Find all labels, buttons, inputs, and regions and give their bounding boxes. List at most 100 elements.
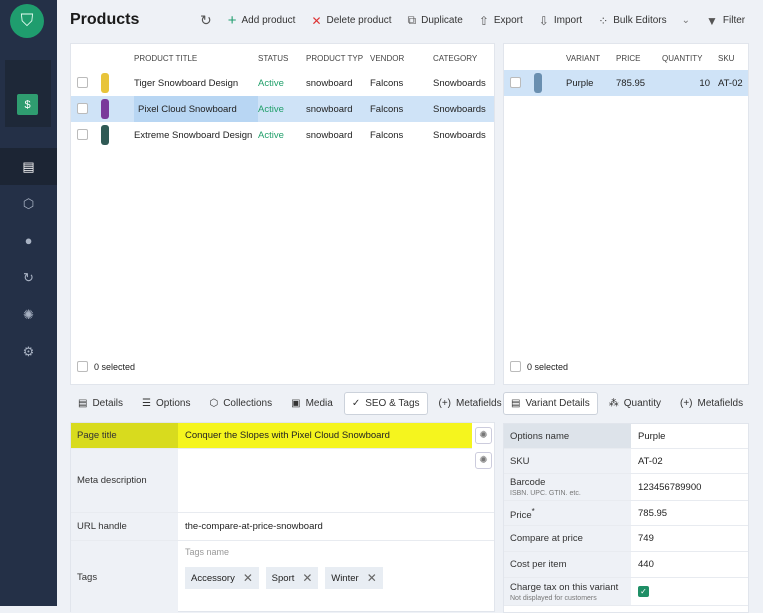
ai-generate-description-button[interactable]: ✺	[475, 452, 492, 469]
filter-button[interactable]: ▼ Filter	[706, 14, 745, 28]
nav-inventory[interactable]: ⬡	[0, 185, 57, 222]
col-product-type[interactable]: PRODUCT TYP	[306, 44, 370, 70]
col-vendor[interactable]: VENDOR	[370, 44, 433, 70]
table-row[interactable]: Purple 785.95 10 AT-02	[504, 70, 748, 96]
sync-icon: ↻	[23, 269, 34, 285]
add-product-button[interactable]: + Add product	[228, 12, 296, 29]
tab-variant-metafields[interactable]: (+) Metafields	[672, 392, 751, 415]
tag-chip: Winter ✕	[325, 567, 383, 589]
page-title-label: Page title	[71, 423, 178, 448]
tab-options[interactable]: ☰ Options	[134, 392, 198, 415]
shopping-bag-icon[interactable]: ⛉	[10, 4, 44, 38]
table-row[interactable]: Extreme Snowboard Design Active snowboar…	[71, 122, 494, 148]
image-icon: ▣	[291, 398, 301, 409]
col-variant[interactable]: VARIANT	[566, 44, 616, 70]
nav-ai[interactable]: ✺	[0, 296, 57, 333]
location-icon: ●	[24, 233, 33, 248]
tags-label: Tags	[71, 541, 178, 613]
plus-icon: +	[227, 12, 237, 29]
product-tabs: ▤ Details ☰ Options ⬡ Collections ▣ Media ✓ S…	[70, 392, 513, 415]
openai-icon: ✺	[479, 430, 488, 441]
row-checkbox[interactable]	[77, 103, 88, 115]
col-product-title[interactable]: PRODUCT TITLE	[134, 44, 258, 70]
toolbar: ↻ + Add product ✕ Delete product ⧉ Duplicat…	[200, 12, 761, 29]
col-price[interactable]: PRICE	[616, 44, 662, 70]
col-status[interactable]: STATUS	[258, 44, 306, 70]
page-title-input[interactable]: Conquer the Slopes with Pixel Cloud Snow…	[178, 423, 472, 448]
selection-count: 0 selected	[510, 361, 568, 372]
col-quantity[interactable]: QUANTITY	[662, 44, 718, 70]
nav-settings[interactable]: ⚙	[0, 333, 57, 370]
store-icon: $	[17, 94, 38, 115]
select-all-checkbox[interactable]	[77, 361, 88, 372]
stack-icon: ⁂	[608, 398, 619, 409]
table-row[interactable]: Tiger Snowboard Design Active snowboard …	[71, 70, 494, 96]
sku-input[interactable]: AT-02	[631, 449, 748, 473]
nav-products[interactable]: ▤	[0, 148, 57, 185]
table-header: VARIANT PRICE QUANTITY SKU	[504, 44, 748, 70]
row-checkbox[interactable]	[510, 77, 521, 89]
select-all-checkbox[interactable]	[510, 361, 521, 372]
openai-icon: ✺	[479, 455, 488, 466]
ai-generate-title-button[interactable]: ✺	[475, 427, 492, 444]
grid-icon: ⁘	[598, 13, 609, 28]
url-handle-input[interactable]: the-compare-at-price-snowboard	[178, 513, 494, 540]
plus-bracket-icon: (+)	[680, 398, 693, 409]
variant-tabs: ▤ Variant Details ⁂ Quantity (+) Metafields	[503, 392, 754, 415]
bulk-editors-button[interactable]: ⁘ Bulk Editors ⌄	[598, 14, 690, 28]
import-button[interactable]: ⇩ Import	[539, 14, 582, 28]
close-icon: ✕	[311, 13, 322, 28]
sidebar: ⛉ $ ▤ ⬡ ● ↻ ✺ ⚙	[0, 0, 57, 606]
tab-collections[interactable]: ⬡ Collections	[201, 392, 280, 415]
import-icon: ⇩	[538, 13, 549, 28]
nav-locations[interactable]: ●	[0, 222, 57, 259]
row-checkbox[interactable]	[77, 129, 88, 141]
document-icon: ▤	[22, 158, 35, 174]
duplicate-icon: ⧉	[407, 13, 417, 27]
charge-tax-checkbox[interactable]: ✓	[638, 586, 649, 597]
refresh-button[interactable]: ↻	[200, 12, 212, 29]
seo-form: Page title Conquer the Slopes with Pixel…	[70, 422, 495, 613]
tab-metafields[interactable]: (+) Metafields	[431, 392, 510, 415]
tags-input[interactable]: Tags name	[185, 545, 487, 567]
tab-media[interactable]: ▣ Media	[283, 392, 341, 415]
tag-chip: Sport ✕	[265, 567, 319, 589]
document-icon: ▤	[511, 398, 521, 409]
product-thumbnail	[101, 99, 109, 119]
row-checkbox[interactable]	[77, 77, 88, 89]
table-header: PRODUCT TITLE STATUS PRODUCT TYP VENDOR …	[71, 44, 494, 70]
box-icon: ⬡	[209, 398, 219, 409]
cost-per-item-input[interactable]: 440	[631, 552, 748, 577]
delete-product-button[interactable]: ✕ Delete product	[311, 14, 391, 28]
url-handle-label: URL handle	[71, 513, 178, 540]
tab-quantity[interactable]: ⁂ Quantity	[601, 392, 669, 415]
export-button[interactable]: ⇧ Export	[479, 14, 523, 28]
product-thumbnail	[101, 125, 109, 145]
table-row[interactable]: Pixel Cloud Snowboard Active snowboard F…	[71, 96, 494, 122]
selection-count: 0 selected	[77, 361, 135, 372]
products-table: PRODUCT TITLE STATUS PRODUCT TYP VENDOR …	[70, 43, 495, 385]
tab-variant-details[interactable]: ▤ Variant Details	[503, 392, 598, 415]
chevron-down-icon: ⌄	[681, 15, 691, 26]
price-input[interactable]: 785.95	[631, 501, 748, 525]
duplicate-button[interactable]: ⧉ Duplicate	[408, 13, 463, 28]
variant-details-form: Options name Purple SKU AT-02 Barcode ISBN.…	[503, 423, 749, 613]
export-icon: ⇧	[478, 13, 489, 28]
tab-details[interactable]: ▤ Details	[70, 392, 131, 415]
remove-tag-icon[interactable]: ✕	[367, 571, 377, 585]
meta-description-input[interactable]	[178, 449, 494, 512]
compare-at-price-input[interactable]: 749	[631, 526, 748, 551]
options-name-input[interactable]: Purple	[631, 424, 748, 448]
remove-tag-icon[interactable]: ✕	[302, 571, 312, 585]
barcode-input[interactable]: 123456789900	[631, 474, 748, 500]
tag-chip: Accessory ✕	[185, 567, 259, 589]
col-sku[interactable]: SKU	[718, 44, 748, 70]
page-title: Products	[70, 11, 140, 28]
remove-tag-icon[interactable]: ✕	[243, 571, 253, 585]
tab-seo-tags[interactable]: ✓ SEO & Tags	[343, 392, 428, 415]
nav-sync[interactable]: ↻	[0, 259, 57, 296]
store-switcher[interactable]: $	[5, 60, 51, 127]
col-category[interactable]: CATEGORY	[433, 44, 494, 70]
plus-bracket-icon: (+)	[438, 398, 452, 409]
document-icon: ▤	[78, 398, 88, 409]
